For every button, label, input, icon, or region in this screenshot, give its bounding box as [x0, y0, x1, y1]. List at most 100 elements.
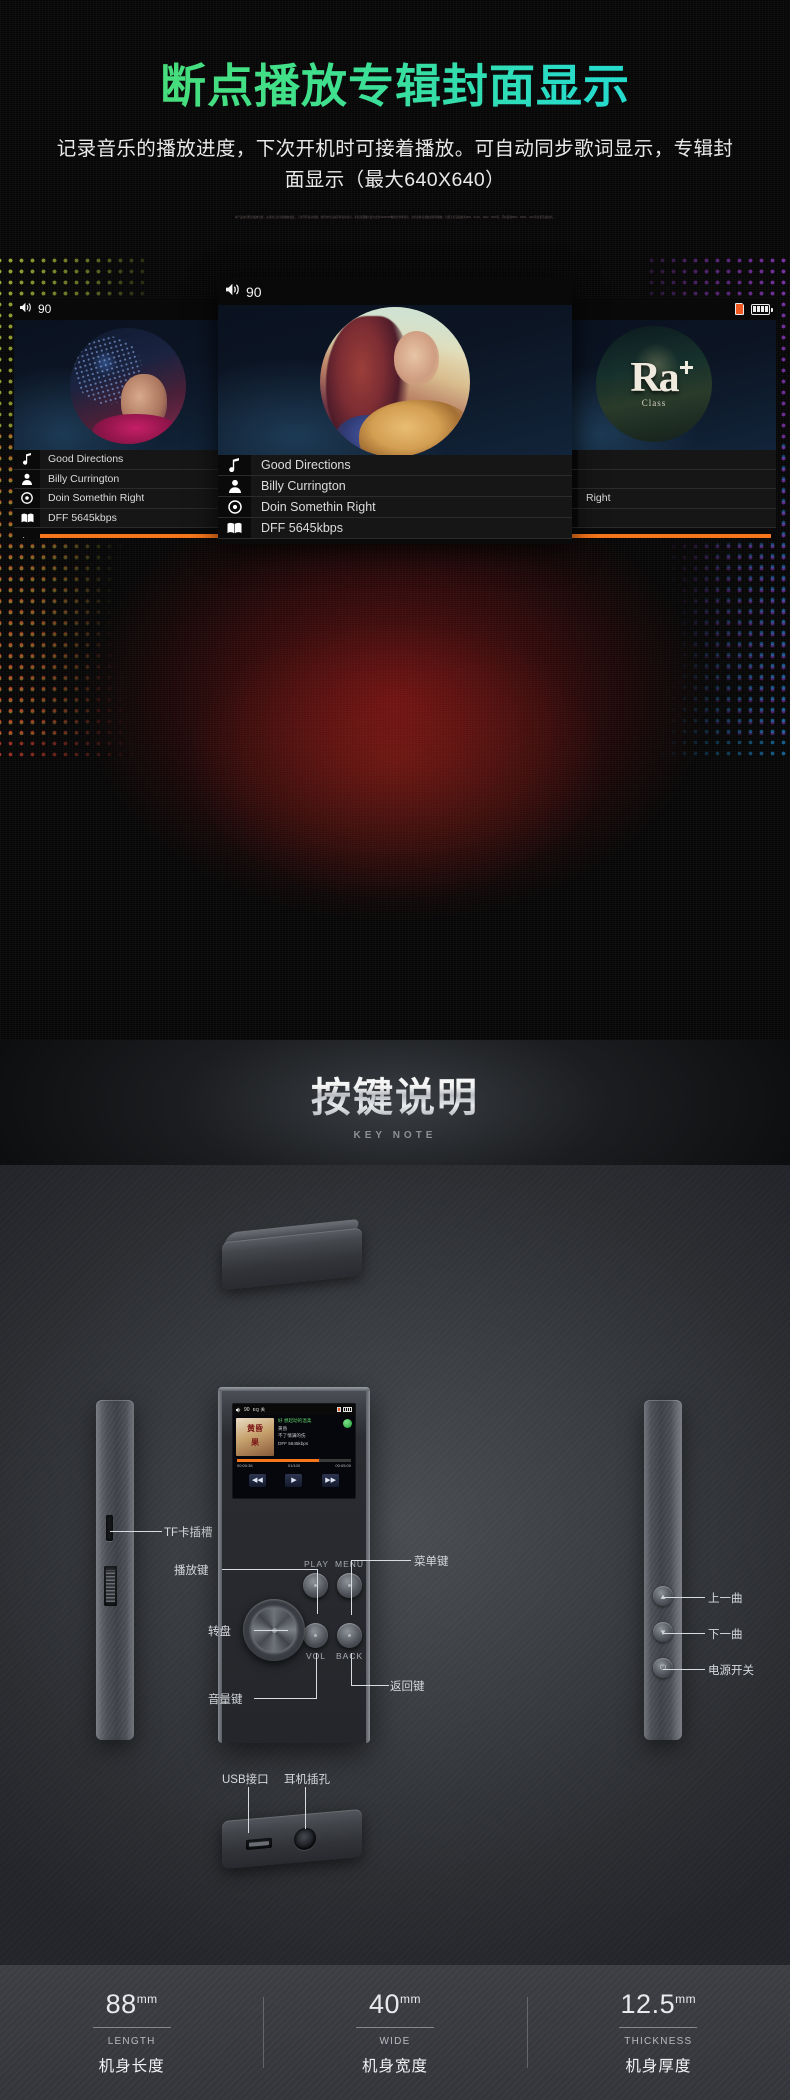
player-screen-right: Ra Class Right: [552, 298, 776, 538]
keynote-banner: 按键说明 KEY NOTE: [0, 1040, 790, 1165]
album-art-center: [218, 305, 572, 455]
status-bar-center: 90: [218, 278, 572, 305]
spec-thickness: 12.5mm THICKNESS 机身厚度: [526, 1989, 790, 2076]
album-disc-center: [320, 307, 470, 455]
menu-button[interactable]: [337, 1573, 362, 1598]
prev-track-side-button[interactable]: ▲: [653, 1586, 673, 1606]
speaker-icon: [20, 300, 33, 318]
spec-value: 88: [105, 1989, 137, 2019]
callout-prev-track: 上一曲: [708, 1593, 743, 1605]
callout-volume-key: 音量键: [208, 1694, 243, 1706]
device-right-side-view: ▲ ▼ ⏻: [644, 1400, 682, 1740]
speaker-icon: [226, 283, 241, 301]
album-disc-right: Ra Class: [596, 326, 712, 442]
prev-button[interactable]: ◀◀: [248, 1473, 266, 1487]
leader-line-menu: [351, 1560, 411, 1561]
lyric-line: 好 想起动的温柔: [278, 1418, 312, 1423]
hero-section: 断点播放专辑封面显示 记录音乐的播放进度，下次开机时可接着播放。可自动同步歌词显…: [0, 0, 790, 1040]
play-button-label: PLAY: [304, 1559, 330, 1569]
leader-line-tf-slot: [110, 1531, 162, 1532]
back-button-label: BACK: [336, 1651, 364, 1661]
progress-track[interactable]: [40, 533, 233, 538]
next-track-side-button[interactable]: ▼: [653, 1622, 673, 1642]
progress-fill: [557, 533, 771, 538]
spec-length: 88mm LENGTH 机身长度: [0, 1989, 263, 2076]
table-row: DFF 5645kbps: [218, 518, 572, 539]
progress-area: 00:03:36 01/100: [40, 533, 238, 538]
left-side-port: [104, 1566, 117, 1606]
player-screen-center: 90 Good Directions Billy Currington Doin…: [218, 278, 572, 544]
leader-line-usb: [248, 1787, 249, 1833]
callout-next-track: 下一曲: [708, 1629, 743, 1641]
book-icon: [218, 518, 251, 538]
spec-label-en: WIDE: [379, 2036, 411, 2047]
lyric-line: DFF 5645kbps: [278, 1440, 309, 1446]
artist-name: Billy Currington: [48, 472, 120, 485]
spec-label-en: LENGTH: [107, 2036, 156, 2047]
divider: [92, 2027, 171, 2028]
spec-unit: mm: [400, 1992, 422, 2006]
album-logo: Ra: [630, 354, 679, 401]
eq-indicator-icon: [343, 1419, 352, 1428]
track-meta-right: Right: [552, 450, 776, 528]
table-row: Billy Currington: [14, 469, 238, 489]
progress-track[interactable]: [237, 1459, 351, 1462]
volume-indicator: 90: [20, 300, 51, 318]
track-index: 01/100: [287, 1463, 301, 1468]
keynote-title: 按键说明: [311, 1065, 479, 1123]
device-bottom-view: [222, 1808, 362, 1870]
progress-track[interactable]: [557, 533, 771, 538]
device-left-side-view: card-slot-icon: [96, 1400, 134, 1740]
back-button[interactable]: [337, 1623, 362, 1648]
table-row: Good Directions: [14, 450, 238, 470]
lyric-line: 不了情满的伤: [278, 1433, 306, 1438]
battery-icon: [343, 1406, 352, 1413]
leader-line-vol: [254, 1698, 317, 1699]
volume-indicator: 90: [226, 283, 262, 301]
lyric-line: 黄昏: [278, 1425, 288, 1431]
book-icon: [14, 508, 40, 527]
track-title: Good Directions: [48, 453, 124, 466]
duration: 00:05:00: [335, 1463, 351, 1468]
callout-wheel: 转盘: [208, 1626, 231, 1638]
table-row: Billy Currington: [218, 476, 572, 497]
volume-value: 90: [246, 283, 262, 300]
callout-play-key: 播放键: [174, 1565, 209, 1577]
table-row: [552, 508, 776, 528]
callout-usb-port: USB接口: [222, 1774, 269, 1786]
table-row: Doin Somethin Right: [218, 497, 572, 518]
cover-text-line1: 黄昏: [247, 1424, 263, 1433]
keynote-subtitle: KEY NOTE: [353, 1129, 437, 1141]
album-name: Doin Somethin Right: [48, 492, 145, 505]
battery-icon: [751, 303, 773, 315]
specs-section: 88mm LENGTH 机身长度 40mm WIDE 机身宽度 12.5mm T…: [0, 1965, 790, 2100]
power-side-button[interactable]: ⏻: [653, 1658, 673, 1678]
device-screen-statusbar: 90 EQ 关: [233, 1404, 355, 1415]
play-button[interactable]: ▶: [285, 1473, 303, 1487]
leader-line-next: [663, 1633, 705, 1634]
device-eq-mode: EQ 关: [252, 1406, 266, 1412]
play-icon[interactable]: [14, 537, 40, 538]
table-row: Right: [552, 489, 776, 509]
sd-card-icon: [735, 302, 745, 315]
hero-fineprint: 本产品支持断点播放功能，关机前记录当前播放进度，下次开机自动续播。歌词文件自动同…: [234, 216, 556, 219]
table-row: [552, 450, 776, 470]
play-button[interactable]: [303, 1573, 328, 1598]
leader-line-menu-v: [351, 1560, 352, 1615]
hero-subtitle: 记录音乐的播放进度，下次开机时可接着播放。可自动同步歌词显示，专辑封面显示（最大…: [56, 138, 734, 191]
transport-bar-left: 00:03:36 01/100: [14, 528, 238, 538]
music-note-icon: [14, 450, 40, 469]
volume-button[interactable]: [303, 1623, 328, 1648]
album-disc-left: [70, 328, 186, 444]
leader-line-prev: [663, 1597, 705, 1598]
device-transport-controls: ◀◀ ▶ ▶▶: [233, 1470, 355, 1490]
device-status-icons: [337, 1406, 352, 1413]
ra-gothic-album-art: Ra Class: [596, 326, 712, 442]
progress-fill: [237, 1459, 320, 1462]
format-bitrate: DFF 5645kbps: [261, 521, 343, 535]
device-top-view: [222, 1218, 362, 1291]
spec-width: 40mm WIDE 机身宽度: [263, 1989, 526, 2076]
cover-text-line2: 果: [251, 1438, 259, 1447]
next-button[interactable]: ▶▶: [322, 1473, 340, 1487]
divider: [619, 2027, 698, 2028]
